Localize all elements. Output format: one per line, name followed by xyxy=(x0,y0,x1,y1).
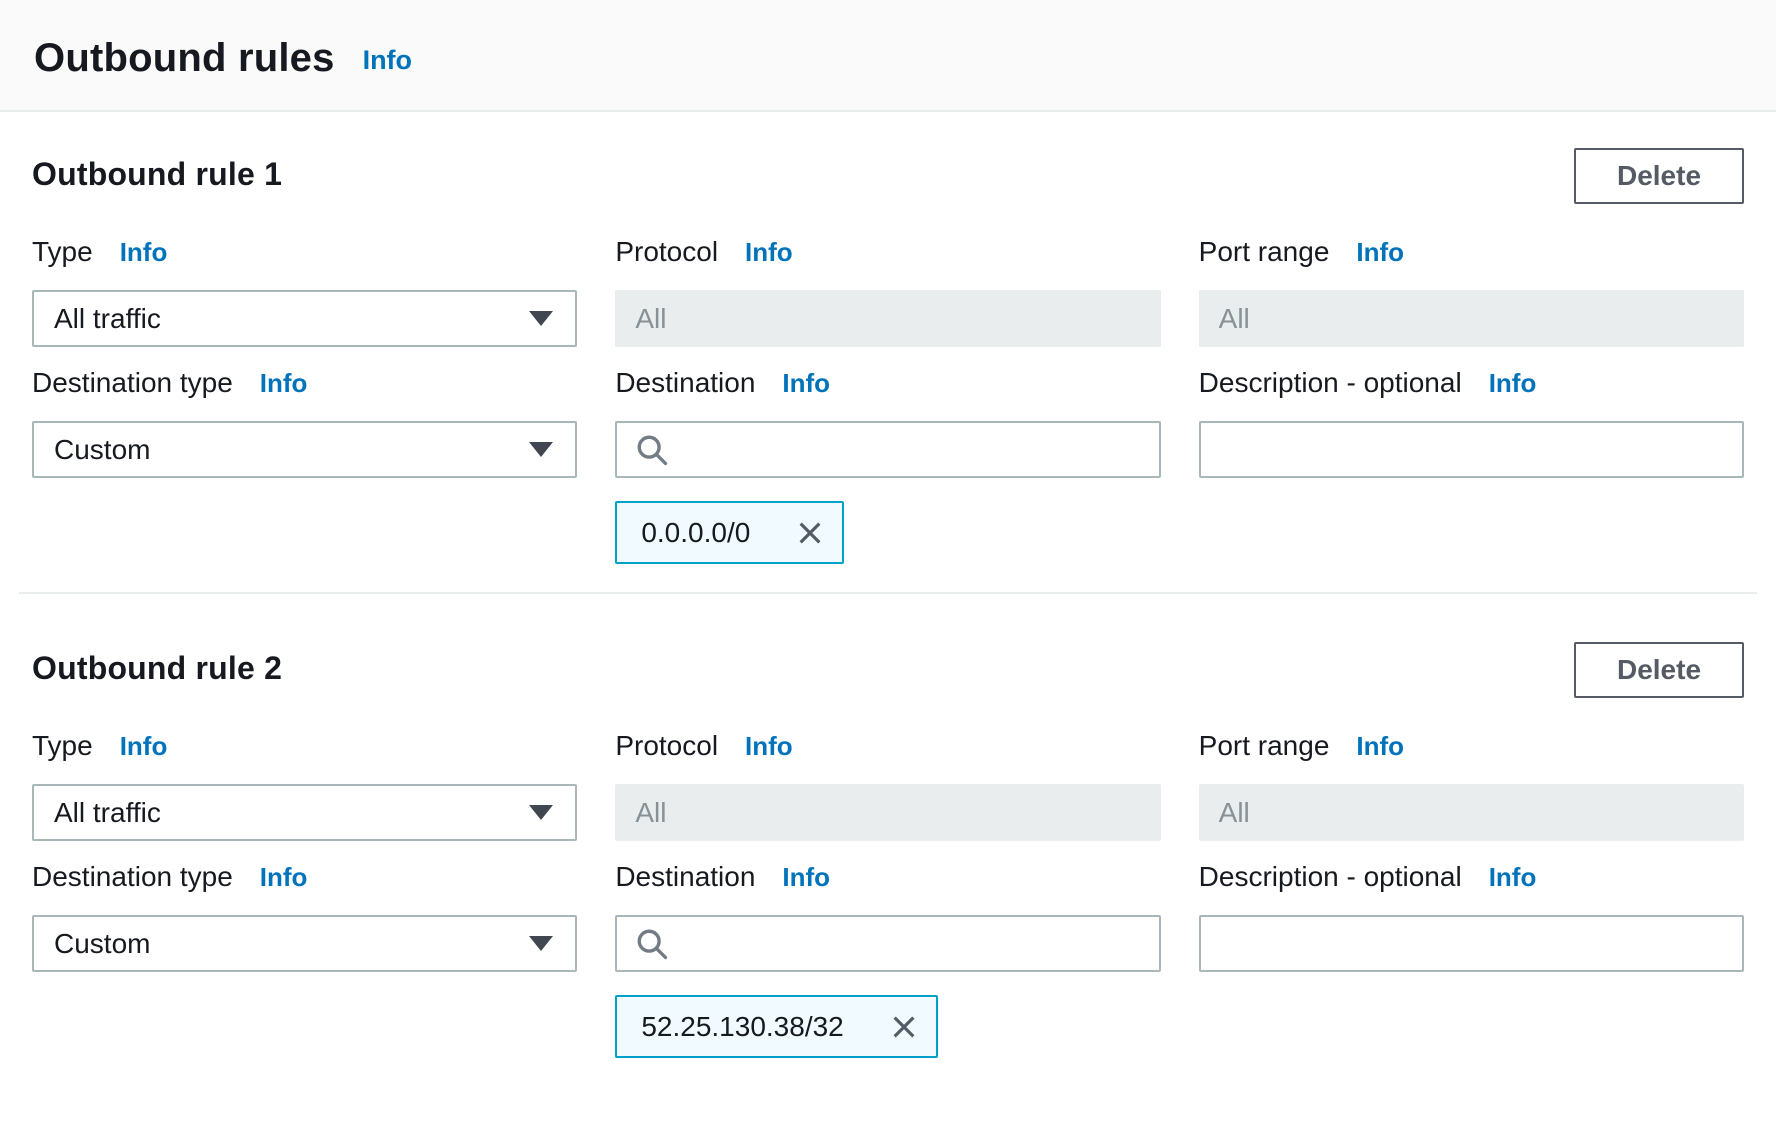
description-info-link[interactable]: Info xyxy=(1489,365,1537,401)
close-icon[interactable] xyxy=(888,1011,920,1043)
rule-1-destination-type-select-value: Custom xyxy=(54,434,150,466)
rule-1-destination-chip-value: 0.0.0.0/0 xyxy=(641,517,750,549)
type-info-link[interactable]: Info xyxy=(120,728,168,764)
type-label: Type xyxy=(32,728,93,764)
page-title: Outbound rules xyxy=(34,36,335,81)
description-label: Description - optional xyxy=(1199,859,1462,895)
destination-type-label: Destination type xyxy=(32,365,233,401)
rule-2-destination-chip: 52.25.130.38/32 xyxy=(615,995,937,1058)
chevron-down-icon xyxy=(529,442,553,457)
rule-2-destination-field: Destination Info 52.25.130.38/32 xyxy=(615,859,1160,1058)
rule-2-row-1: Type Info All traffic Protocol Info Port… xyxy=(32,728,1744,841)
destination-label: Destination xyxy=(615,859,755,895)
rule-2-destination-search-input[interactable] xyxy=(615,915,1160,972)
rule-2-destination-type-field: Destination type Info Custom xyxy=(32,859,577,1058)
destination-type-label: Destination type xyxy=(32,859,233,895)
rule-2-port-range-field: Port range Info xyxy=(1199,728,1744,841)
outbound-rule-1-section: Outbound rule 1 Delete Type Info All tra… xyxy=(32,112,1744,564)
rule-1-title: Outbound rule 1 xyxy=(32,148,282,193)
rule-2-header: Outbound rule 2 Delete xyxy=(32,642,1744,698)
protocol-label: Protocol xyxy=(615,234,718,270)
rule-1-delete-button[interactable]: Delete xyxy=(1574,148,1744,204)
destination-info-link[interactable]: Info xyxy=(782,365,830,401)
rule-2-type-select-value: All traffic xyxy=(54,797,161,829)
rule-1-destination-type-field: Destination type Info Custom xyxy=(32,365,577,564)
outbound-rules-info-link[interactable]: Info xyxy=(363,45,412,76)
rule-1-destination-type-select[interactable]: Custom xyxy=(32,421,577,478)
outbound-rule-2-section: Outbound rule 2 Delete Type Info All tra… xyxy=(32,594,1744,1058)
protocol-label: Protocol xyxy=(615,728,718,764)
rule-2-destination-type-select-value: Custom xyxy=(54,928,150,960)
rule-2-type-field: Type Info All traffic xyxy=(32,728,577,841)
outbound-rules-body: Outbound rule 1 Delete Type Info All tra… xyxy=(0,112,1776,1098)
rule-1-destination-chip: 0.0.0.0/0 xyxy=(615,501,844,564)
rule-2-description-field: Description - optional Info xyxy=(1199,859,1744,1058)
rule-2-protocol-input xyxy=(615,784,1160,841)
protocol-info-link[interactable]: Info xyxy=(745,234,793,270)
rule-1-port-range-field: Port range Info xyxy=(1199,234,1744,347)
destination-type-info-link[interactable]: Info xyxy=(260,859,308,895)
port-range-info-link[interactable]: Info xyxy=(1356,234,1404,270)
rule-1-row-2: Destination type Info Custom Destination… xyxy=(32,365,1744,564)
close-icon[interactable] xyxy=(794,517,826,549)
rule-2-protocol-field: Protocol Info xyxy=(615,728,1160,841)
chevron-down-icon xyxy=(529,936,553,951)
rule-2-type-select[interactable]: All traffic xyxy=(32,784,577,841)
rule-1-protocol-field: Protocol Info xyxy=(615,234,1160,347)
rule-2-destination-type-select[interactable]: Custom xyxy=(32,915,577,972)
destination-info-link[interactable]: Info xyxy=(782,859,830,895)
rule-2-description-input[interactable] xyxy=(1199,915,1744,972)
rule-1-type-field: Type Info All traffic xyxy=(32,234,577,347)
rule-1-description-input[interactable] xyxy=(1199,421,1744,478)
rule-2-row-2: Destination type Info Custom Destination… xyxy=(32,859,1744,1058)
type-label: Type xyxy=(32,234,93,270)
type-info-link[interactable]: Info xyxy=(120,234,168,270)
description-info-link[interactable]: Info xyxy=(1489,859,1537,895)
rule-1-row-1: Type Info All traffic Protocol Info Port… xyxy=(32,234,1744,347)
description-label: Description - optional xyxy=(1199,365,1462,401)
rule-1-destination-search-input[interactable] xyxy=(615,421,1160,478)
rule-1-protocol-input xyxy=(615,290,1160,347)
rule-2-title: Outbound rule 2 xyxy=(32,642,282,687)
port-range-label: Port range xyxy=(1199,728,1330,764)
outbound-rules-header: Outbound rules Info xyxy=(0,0,1776,112)
rule-1-type-select[interactable]: All traffic xyxy=(32,290,577,347)
protocol-info-link[interactable]: Info xyxy=(745,728,793,764)
destination-label: Destination xyxy=(615,365,755,401)
rule-1-type-select-value: All traffic xyxy=(54,303,161,335)
rule-1-port-range-input xyxy=(1199,290,1744,347)
destination-type-info-link[interactable]: Info xyxy=(260,365,308,401)
rule-2-delete-button[interactable]: Delete xyxy=(1574,642,1744,698)
rule-1-header: Outbound rule 1 Delete xyxy=(32,148,1744,204)
rule-2-port-range-input xyxy=(1199,784,1744,841)
port-range-info-link[interactable]: Info xyxy=(1356,728,1404,764)
rule-1-description-field: Description - optional Info xyxy=(1199,365,1744,564)
chevron-down-icon xyxy=(529,311,553,326)
rule-2-destination-chip-value: 52.25.130.38/32 xyxy=(641,1011,843,1043)
chevron-down-icon xyxy=(529,805,553,820)
rule-1-destination-field: Destination Info 0.0.0.0/0 xyxy=(615,365,1160,564)
port-range-label: Port range xyxy=(1199,234,1330,270)
